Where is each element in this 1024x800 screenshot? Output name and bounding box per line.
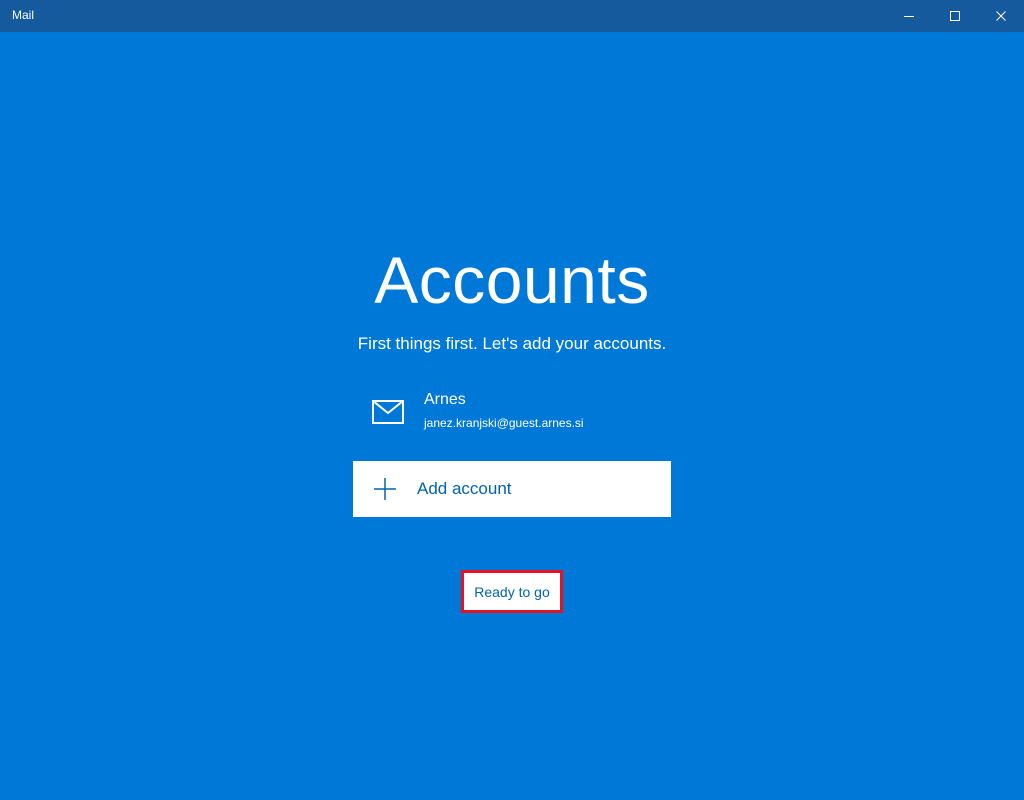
add-account-button[interactable]: Add account (353, 461, 671, 517)
accounts-page: Accounts First things first. Let's add y… (0, 32, 1024, 800)
title-bar[interactable]: Mail (0, 0, 1024, 32)
mail-window: Mail Accounts First things first. Let's … (0, 0, 1024, 800)
ready-to-go-label: Ready to go (474, 583, 550, 600)
page-title: Accounts (374, 243, 650, 317)
add-account-label: Add account (417, 479, 512, 498)
plus-icon (374, 478, 396, 500)
account-name: Arnes (424, 391, 466, 408)
maximize-button[interactable] (932, 0, 978, 32)
page-subtitle: First things first. Let's add your accou… (357, 334, 667, 353)
close-icon (996, 11, 1006, 21)
ready-to-go-button[interactable]: Ready to go (461, 570, 563, 613)
account-email: janez.kranjski@guest.arnes.si (424, 416, 584, 430)
mail-envelope-icon (372, 400, 404, 424)
minimize-icon (904, 16, 914, 17)
close-button[interactable] (978, 0, 1024, 32)
app-title: Mail (12, 8, 35, 22)
minimize-button[interactable] (886, 0, 932, 32)
account-item[interactable]: Arnes janez.kranjski@guest.arnes.si (353, 386, 671, 444)
maximize-icon (950, 11, 960, 21)
